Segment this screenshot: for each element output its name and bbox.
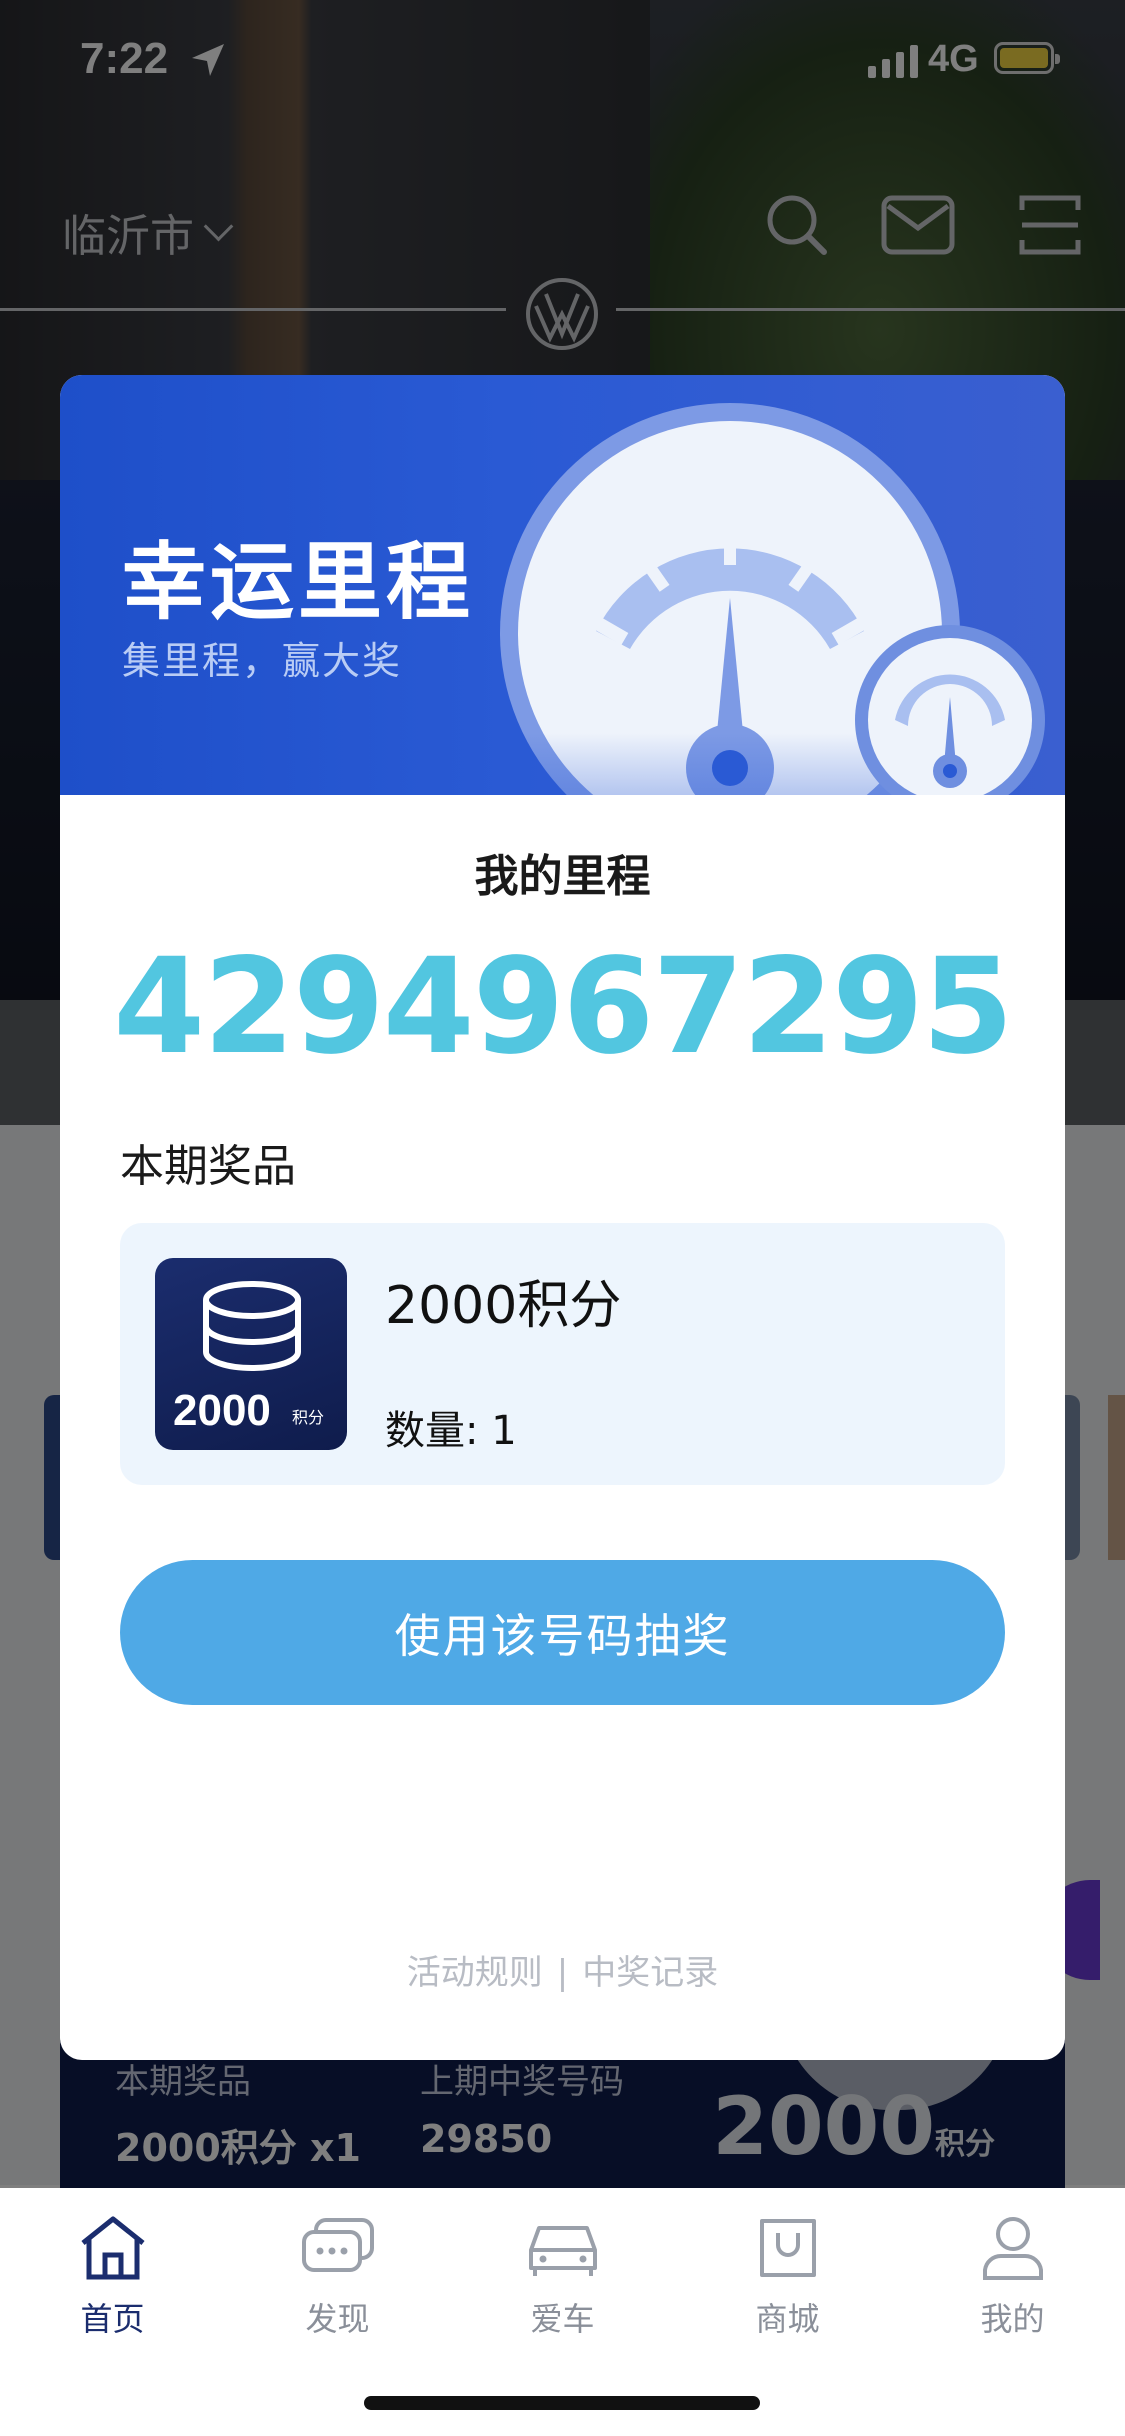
profile-icon <box>982 2217 1043 2280</box>
home-icon <box>80 2216 145 2280</box>
current-prize-heading: 本期奖品 <box>120 1141 296 1192</box>
modal-footer-links: 活动规则 | 中奖记录 <box>60 1945 1065 1994</box>
tab-my-car[interactable]: 爱车 <box>450 2208 675 2340</box>
prize-quantity: 数量: 1 <box>385 1408 517 1454</box>
home-indicator[interactable] <box>364 2396 760 2410</box>
prize-thumb-amount: 2000 <box>173 1386 271 1435</box>
shopping-bag-icon <box>759 2219 816 2277</box>
prize-card: 2000 积分 2000积分 数量: 1 <box>120 1223 1005 1485</box>
rules-link[interactable]: 活动规则 <box>407 1953 543 1993</box>
prize-name: 2000积分 <box>385 1276 622 1336</box>
tab-label-mall: 商城 <box>755 2300 820 2338</box>
modal-subtitle: 集里程，赢大奖 <box>122 639 403 683</box>
tab-label-my-car: 爱车 <box>530 2300 595 2338</box>
car-icon <box>528 2226 597 2276</box>
tab-discover[interactable]: 发现 <box>225 2208 450 2340</box>
winning-records-link[interactable]: 中奖记录 <box>582 1953 718 1993</box>
tab-mine[interactable]: 我的 <box>900 2208 1125 2340</box>
my-mileage-label: 我的里程 <box>474 851 651 902</box>
modal-title: 幸运里程 <box>122 533 475 631</box>
small-speedometer-icon <box>855 625 1045 795</box>
tab-label-mine: 我的 <box>980 2300 1045 2338</box>
my-mileage-value: 4294967295 <box>113 930 1013 1084</box>
tab-label-discover: 发现 <box>305 2300 370 2338</box>
link-separator: | <box>556 1953 569 1993</box>
prize-thumbnail: 2000 积分 <box>155 1258 347 1450</box>
tab-label-home: 首页 <box>80 2300 145 2338</box>
tab-home[interactable]: 首页 <box>0 2208 225 2340</box>
draw-with-number-button[interactable]: 使用该号码抽奖 <box>120 1560 1005 1705</box>
modal-header: 幸运里程 集里程，赢大奖 <box>60 375 1065 795</box>
coin-stack-icon <box>203 1281 301 1371</box>
lucky-mileage-modal: 幸运里程 集里程，赢大奖 我的里程 4294967295 本期奖品 2000 积… <box>60 375 1065 2060</box>
prize-thumb-unit: 积分 <box>292 1408 325 1427</box>
chat-icon <box>301 2218 374 2272</box>
tab-mall[interactable]: 商城 <box>675 2208 900 2340</box>
